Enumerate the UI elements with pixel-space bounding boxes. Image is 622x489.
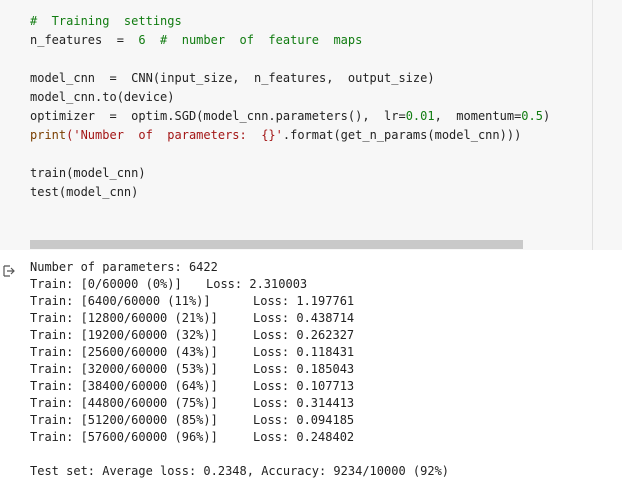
params-line: Number of parameters: 6422 — [30, 260, 218, 274]
train-loss: Loss: 1.197761 — [253, 294, 355, 308]
train-progress: Train: [6400/60000 (11%)] — [30, 294, 211, 308]
code-string: ('Number of parameters: {}' — [66, 128, 283, 142]
train-progress: Train: [57600/60000 (96%)] — [30, 430, 218, 444]
train-progress: Train: [0/60000 (0%)] — [30, 277, 182, 291]
cell-divider — [592, 0, 593, 250]
code-line-7: print('Number of parameters: {}'.format(… — [30, 126, 550, 145]
train-progress: Train: [25600/60000 (43%)] — [30, 345, 218, 359]
train-log-row: Train: [6400/60000 (11%)] Loss: 1.197761 — [30, 293, 449, 310]
train-loss: Loss: 0.107713 — [253, 379, 355, 393]
test-result-line: Test set: Average loss: 0.2348, Accuracy… — [30, 464, 450, 478]
code-comment: # number of feature maps — [145, 33, 363, 47]
train-loss: Loss: 0.262327 — [253, 328, 355, 342]
train-loss: Loss: 0.248402 — [253, 430, 355, 444]
train-progress: Train: [51200/60000 (85%)] — [30, 413, 218, 427]
train-log: Train: [0/60000 (0%)] Loss: 2.310003 Train… — [30, 276, 449, 446]
output-spacer — [30, 446, 449, 463]
train-log-row: Train: [12800/60000 (21%)] Loss: 0.438714 — [30, 310, 449, 327]
code-text: n_features = — [30, 33, 139, 47]
code-text: optimizer = optim.SGD(model_cnn.paramete… — [30, 109, 406, 123]
code-comment: # Training settings — [30, 14, 182, 28]
train-loss: Loss: 0.185043 — [253, 362, 355, 376]
train-loss: Loss: 0.118431 — [253, 345, 355, 359]
train-log-row: Train: [57600/60000 (96%)] Loss: 0.248402 — [30, 429, 449, 446]
code-line-2: n_features = 6 # number of feature maps — [30, 31, 550, 50]
output-text: Number of parameters: 6422 Train: [0/600… — [30, 259, 449, 480]
train-log-row: Train: [19200/60000 (32%)] Loss: 0.262327 — [30, 327, 449, 344]
train-log-row: Train: [25600/60000 (43%)] Loss: 0.118431 — [30, 344, 449, 361]
train-loss: Loss: 0.094185 — [253, 413, 355, 427]
code-line-4: model_cnn = CNN(input_size, n_features, … — [30, 71, 435, 85]
code-text: , momentum= — [434, 109, 522, 123]
code-number: 0.5 — [521, 109, 543, 123]
train-log-row: Train: [38400/60000 (64%)] Loss: 0.107713 — [30, 378, 449, 395]
train-progress: Train: [12800/60000 (21%)] — [30, 311, 218, 325]
train-log-row: Train: [44800/60000 (75%)] Loss: 0.314413 — [30, 395, 449, 412]
train-progress: Train: [38400/60000 (64%)] — [30, 379, 218, 393]
code-text: .format(get_n_params(model_cnn))) — [282, 128, 522, 142]
code-number: 0.01 — [405, 109, 435, 123]
code-text: ) — [542, 109, 551, 123]
output-arrow-icon[interactable] — [2, 263, 16, 277]
code-cell[interactable]: # Training settings n_features = 6 # num… — [0, 0, 622, 250]
code-lines: # Training settings n_features = 6 # num… — [30, 12, 550, 202]
train-loss: Loss: 0.314413 — [253, 396, 355, 410]
code-editor[interactable]: # Training settings n_features = 6 # num… — [0, 0, 592, 250]
train-loss: Loss: 2.310003 — [206, 277, 308, 291]
horizontal-scrollbar[interactable] — [30, 240, 523, 249]
train-log-row: Train: [0/60000 (0%)] Loss: 2.310003 — [30, 276, 449, 293]
code-line-1: # Training settings — [30, 12, 550, 31]
train-log-row: Train: [51200/60000 (85%)] Loss: 0.094185 — [30, 412, 449, 429]
code-number: 6 — [138, 33, 146, 47]
train-log-row: Train: [32000/60000 (53%)] Loss: 0.185043 — [30, 361, 449, 378]
train-progress: Train: [44800/60000 (75%)] — [30, 396, 218, 410]
code-line-10: test(model_cnn) — [30, 185, 139, 199]
code-line-6: optimizer = optim.SGD(model_cnn.paramete… — [30, 107, 550, 126]
code-line-9: train(model_cnn) — [30, 166, 146, 180]
code-line-5: model_cnn.to(device) — [30, 90, 175, 104]
train-progress: Train: [32000/60000 (53%)] — [30, 362, 218, 376]
code-builtin: print — [30, 128, 67, 142]
train-progress: Train: [19200/60000 (32%)] — [30, 328, 218, 342]
cell-output: Number of parameters: 6422 Train: [0/600… — [0, 250, 622, 489]
train-loss: Loss: 0.438714 — [253, 311, 355, 325]
